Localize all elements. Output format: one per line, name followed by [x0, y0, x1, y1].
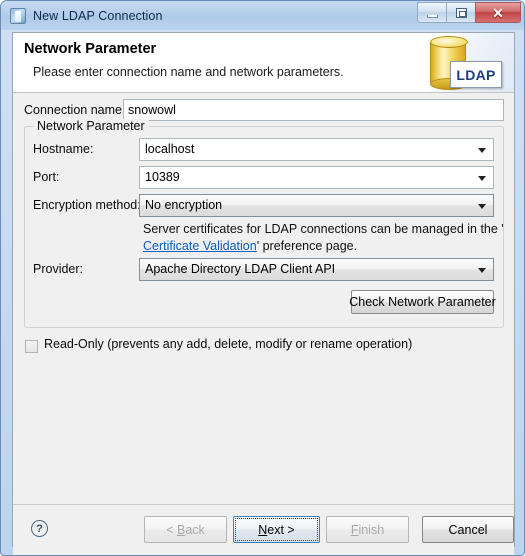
certificate-note-line1: Server certificates for LDAP connections… — [143, 222, 504, 236]
finish-button[interactable]: Finish — [326, 516, 409, 543]
ldap-logo: LDAP — [422, 36, 504, 92]
next-mnemonic: N — [258, 522, 268, 537]
encryption-method-combo[interactable]: No encryption — [139, 194, 494, 217]
provider-combo[interactable]: Apache Directory LDAP Client API — [139, 258, 494, 281]
provider-value: Apache Directory LDAP Client API — [145, 262, 336, 276]
wizard-content: Connection name: Network Parameter Hostn… — [13, 93, 514, 505]
read-only-label: Read-Only (prevents any add, delete, mod… — [44, 337, 413, 351]
minimize-button[interactable] — [417, 2, 446, 23]
page-subtitle: Please enter connection name and network… — [33, 65, 344, 79]
chevron-down-icon — [478, 176, 486, 181]
ldap-connection-icon — [10, 7, 26, 24]
hostname-label: Hostname: — [33, 142, 94, 156]
title-bar: New LDAP Connection ✕ — [1, 1, 524, 30]
certificate-note-line2-row: Certificate Validation' preference page. — [143, 239, 357, 253]
maximize-icon — [456, 8, 467, 18]
check-network-parameter-button[interactable]: Check Network Parameter — [349, 290, 496, 314]
next-button[interactable]: Next > — [233, 516, 320, 543]
encryption-method-value: No encryption — [145, 198, 223, 212]
dialog-window: New LDAP Connection ✕ Network Parameter … — [0, 0, 525, 556]
back-mnemonic: B — [176, 522, 186, 537]
port-value: 10389 — [145, 170, 180, 184]
help-icon[interactable]: ? — [31, 520, 48, 537]
read-only-checkbox[interactable] — [25, 340, 38, 353]
maximize-button[interactable] — [446, 2, 475, 23]
port-label: Port: — [33, 170, 60, 184]
hostname-value: localhost — [145, 142, 195, 156]
provider-label: Provider: — [33, 262, 84, 276]
minimize-icon — [427, 15, 438, 18]
close-button[interactable]: ✕ — [475, 2, 521, 23]
wizard-header: Network Parameter Please enter connectio… — [13, 33, 514, 93]
window-controls: ✕ — [417, 2, 521, 24]
port-combo[interactable]: 10389 — [139, 166, 494, 189]
ldap-logo-text: LDAP — [456, 66, 496, 83]
dialog-panel: Network Parameter Please enter connectio… — [12, 32, 515, 555]
chevron-down-icon — [478, 148, 486, 153]
connection-name-label: Connection name: — [24, 103, 126, 117]
certificate-validation-link[interactable]: Certificate Validation — [143, 239, 257, 253]
chevron-down-icon — [478, 204, 486, 209]
cancel-button[interactable]: Cancel — [422, 516, 514, 543]
chevron-down-icon — [478, 268, 486, 273]
hostname-combo[interactable]: localhost — [139, 138, 494, 161]
certificate-note-tail: ' preference page. — [256, 239, 358, 253]
button-bar: ? < Back Next > Finish Cancel — [13, 505, 514, 555]
ldap-logo-badge: LDAP — [450, 61, 502, 88]
connection-name-input[interactable] — [123, 99, 504, 121]
window-title: New LDAP Connection — [33, 8, 163, 23]
network-parameter-legend: Network Parameter — [33, 119, 149, 133]
close-icon: ✕ — [492, 5, 504, 21]
encryption-method-label: Encryption method: — [33, 198, 141, 212]
finish-mnemonic: F — [350, 522, 359, 537]
page-title: Network Parameter — [24, 41, 157, 57]
back-button[interactable]: < Back — [144, 516, 227, 543]
